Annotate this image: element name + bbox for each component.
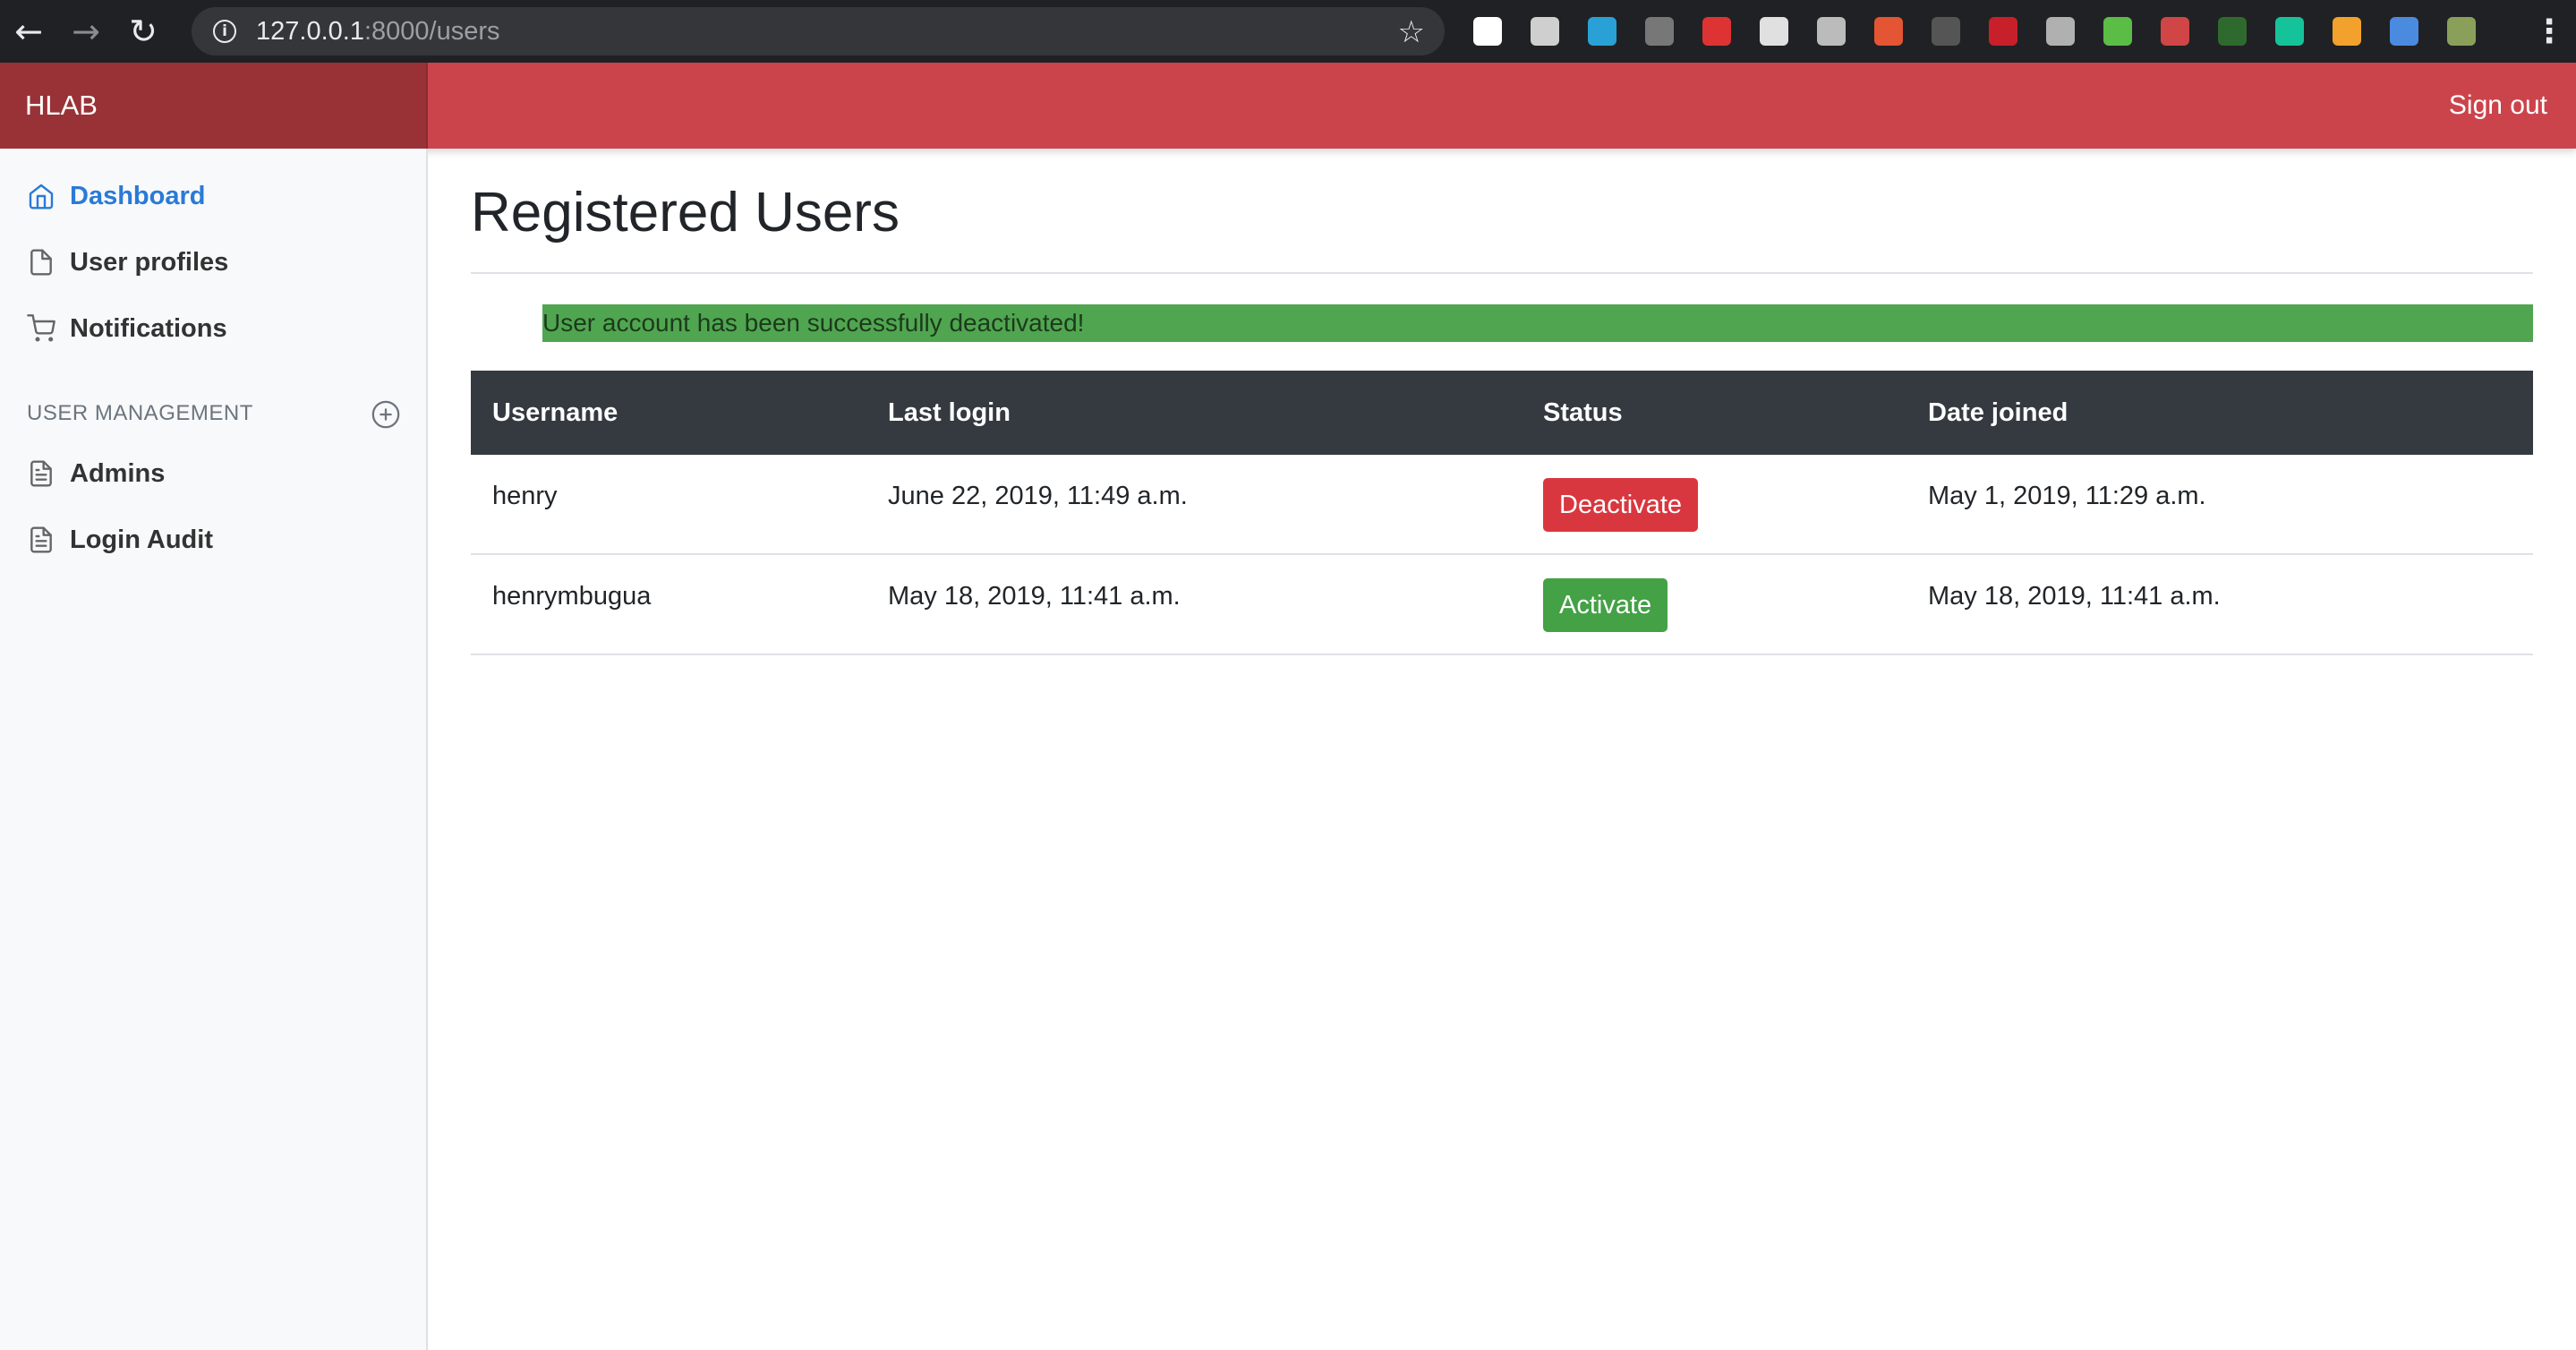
sidebar-item-user-profiles[interactable]: User profiles bbox=[27, 240, 228, 285]
cart-icon bbox=[27, 314, 55, 342]
react-ext-icon[interactable] bbox=[1574, 0, 1631, 63]
sidebar-item-dashboard[interactable]: Dashboard bbox=[27, 174, 205, 218]
table-row: henry June 22, 2019, 11:49 a.m. Deactiva… bbox=[471, 455, 2533, 555]
cast-ext-icon[interactable] bbox=[2376, 0, 2433, 63]
info-icon[interactable]: i bbox=[213, 20, 236, 43]
leaf-ext-icon[interactable] bbox=[2204, 0, 2261, 63]
globe-ext-icon-glyph bbox=[2161, 17, 2189, 46]
card-ext-icon[interactable] bbox=[1745, 0, 1803, 63]
function-ext-icon[interactable] bbox=[1516, 0, 1574, 63]
brand-logo[interactable]: HLAB bbox=[0, 63, 428, 149]
grammarly-ext-icon-glyph bbox=[2275, 17, 2304, 46]
cell-status: Activate bbox=[1522, 555, 1906, 632]
star-icon[interactable]: ☆ bbox=[1398, 14, 1425, 50]
angular-ext-icon[interactable] bbox=[1688, 0, 1745, 63]
app-navbar: HLAB Sign out bbox=[0, 63, 2576, 149]
m-ext-icon-glyph bbox=[1989, 17, 2017, 46]
main-content: Registered Users User account has been s… bbox=[471, 149, 2533, 655]
code-ext-icon[interactable] bbox=[1917, 0, 1975, 63]
react-ext-icon-glyph bbox=[1588, 17, 1616, 46]
download-ext-icon-glyph bbox=[2103, 17, 2132, 46]
rss-ext-icon-glyph bbox=[2333, 17, 2361, 46]
deactivate-button[interactable]: Deactivate bbox=[1543, 478, 1699, 532]
cast-ext-icon-glyph bbox=[2390, 17, 2418, 46]
cell-last-login: May 18, 2019, 11:41 a.m. bbox=[888, 582, 1181, 611]
code-ext-icon-glyph bbox=[1932, 17, 1960, 46]
sidebar-item-label: Dashboard bbox=[70, 181, 206, 210]
gear-ext-icon[interactable] bbox=[1803, 0, 1860, 63]
download-ext-icon[interactable] bbox=[2089, 0, 2146, 63]
sidebar-item-label: User profiles bbox=[70, 247, 229, 277]
file-text-icon bbox=[30, 526, 52, 553]
angular-ext-icon-glyph bbox=[1702, 17, 1731, 46]
back-arrow-ext-icon[interactable] bbox=[1459, 0, 1516, 63]
header-date-joined: Date joined bbox=[1928, 397, 2068, 427]
v-ext-icon-glyph bbox=[2046, 17, 2075, 46]
forward-arrow-icon[interactable]: → bbox=[57, 0, 115, 63]
v-ext-icon[interactable] bbox=[2032, 0, 2089, 63]
sidebar-item-notifications[interactable]: Notifications bbox=[27, 306, 227, 351]
card-ext-icon-glyph bbox=[1760, 17, 1788, 46]
sign-out-link[interactable]: Sign out bbox=[2449, 63, 2547, 149]
sidebar-item-login-audit[interactable]: Login Audit bbox=[27, 517, 213, 562]
function-ext-icon-glyph bbox=[1531, 17, 1559, 46]
css-ext-icon[interactable] bbox=[1631, 0, 1688, 63]
table-header: Username Last login Status Date joined bbox=[471, 371, 2533, 455]
sidebar-item-label: Login Audit bbox=[70, 525, 213, 554]
plus-circle-icon[interactable] bbox=[371, 399, 401, 430]
leaf-ext-icon-glyph bbox=[2218, 17, 2247, 46]
css-ext-icon-glyph bbox=[1645, 17, 1674, 46]
home-icon bbox=[29, 184, 54, 209]
cell-date-joined: May 1, 2019, 11:29 a.m. bbox=[1928, 482, 2206, 510]
sidebar: Dashboard User profiles Notifications US… bbox=[0, 149, 428, 1350]
cell-username: henrymbugua bbox=[492, 582, 652, 611]
table-row: henrymbugua May 18, 2019, 11:41 a.m. Act… bbox=[471, 555, 2533, 655]
avatar-ext-icon[interactable] bbox=[2433, 0, 2490, 63]
bricks-ext-icon-glyph bbox=[1874, 17, 1903, 46]
activate-button[interactable]: Activate bbox=[1543, 578, 1668, 632]
gear-ext-icon-glyph bbox=[1817, 17, 1846, 46]
sidebar-heading: USER MANAGEMENT bbox=[27, 401, 253, 425]
avatar-ext-icon-glyph bbox=[2447, 17, 2476, 46]
file-icon bbox=[30, 249, 52, 276]
back-arrow-icon[interactable]: ← bbox=[0, 0, 57, 63]
sidebar-item-label: Notifications bbox=[70, 313, 227, 343]
grammarly-ext-icon[interactable] bbox=[2261, 0, 2318, 63]
file-text-icon bbox=[30, 460, 52, 487]
m-ext-icon[interactable] bbox=[1975, 0, 2032, 63]
title-divider bbox=[471, 272, 2533, 274]
url-path: :8000/users bbox=[363, 16, 500, 46]
success-alert: User account has been successfully deact… bbox=[542, 304, 2533, 342]
users-table: Username Last login Status Date joined h… bbox=[471, 371, 2533, 655]
browser-toolbar: ← → ↻ i 127.0.0.1:8000/users ☆ ⋮ bbox=[0, 0, 2576, 63]
more-vert-icon[interactable]: ⋮ bbox=[2531, 0, 2567, 63]
cell-date-joined: May 18, 2019, 11:41 a.m. bbox=[1928, 582, 2221, 611]
cell-status: Deactivate bbox=[1522, 455, 1906, 532]
cell-last-login: June 22, 2019, 11:49 a.m. bbox=[888, 482, 1188, 510]
back-arrow-ext-icon-glyph bbox=[1473, 17, 1502, 46]
page-title: Registered Users bbox=[471, 182, 900, 244]
sidebar-item-admins[interactable]: Admins bbox=[27, 451, 165, 496]
url-host: 127.0.0.1 bbox=[256, 16, 364, 46]
header-username: Username bbox=[492, 397, 618, 427]
address-bar[interactable]: i 127.0.0.1:8000/users ☆ bbox=[192, 7, 1445, 56]
globe-ext-icon[interactable] bbox=[2146, 0, 2204, 63]
header-status: Status bbox=[1543, 397, 1623, 427]
sidebar-item-label: Admins bbox=[70, 458, 166, 488]
cell-username: henry bbox=[492, 482, 558, 510]
reload-icon[interactable]: ↻ bbox=[115, 0, 172, 63]
header-last-login: Last login bbox=[888, 397, 1011, 427]
extension-bar bbox=[1459, 0, 2490, 63]
bricks-ext-icon[interactable] bbox=[1860, 0, 1917, 63]
rss-ext-icon[interactable] bbox=[2318, 0, 2376, 63]
